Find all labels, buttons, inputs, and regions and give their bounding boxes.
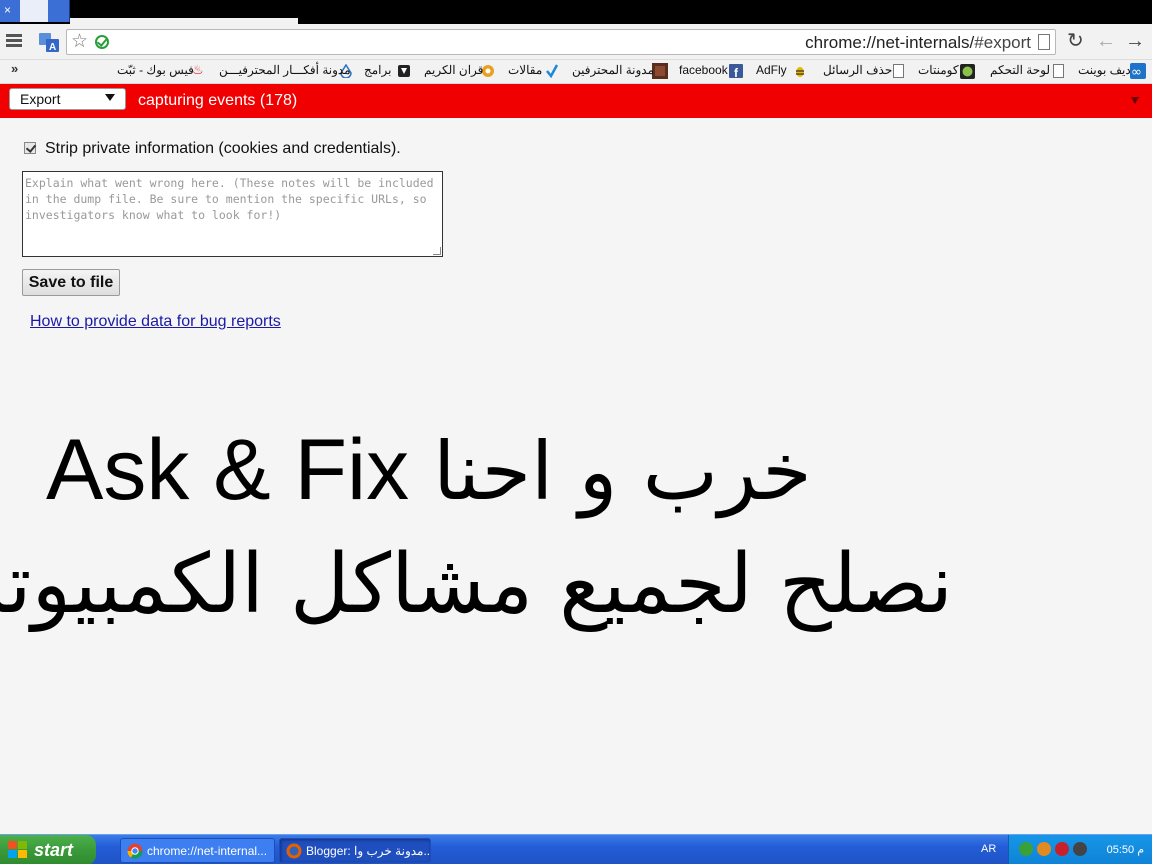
view-select-value: Export: [20, 91, 61, 107]
window-tab[interactable]: ×: [0, 0, 70, 22]
facebook-icon: f: [729, 64, 743, 78]
forward-icon[interactable]: →: [1125, 29, 1145, 53]
url-text[interactable]: chrome://net-internals/#export: [805, 33, 1031, 53]
omnibox[interactable]: ☆ chrome://net-internals/#export: [66, 29, 1056, 55]
page-icon: [893, 64, 904, 78]
bookmark-item[interactable]: لوحة التحكم: [990, 63, 1050, 77]
chrome-icon: [127, 843, 143, 859]
overlay-subtitle: نصلح لجميع مشاكل الكمبيوتر: [0, 537, 953, 632]
notes-textarea[interactable]: Explain what went wrong here. (These not…: [22, 171, 443, 257]
bug-report-help-link[interactable]: How to provide data for bug reports: [30, 313, 281, 331]
url-host: chrome://net-internals/: [805, 33, 975, 52]
app-tray-icon[interactable]: [1037, 842, 1051, 856]
secure-check-icon: [95, 35, 109, 49]
image-icon: [652, 63, 668, 79]
start-label: start: [34, 840, 74, 860]
overlay-latin-text: Ask & Fix: [46, 422, 410, 518]
firefox-icon: [286, 843, 302, 859]
check-icon: [546, 64, 559, 78]
url-hash: #export: [974, 33, 1031, 52]
svg-text:A: A: [49, 42, 56, 53]
browser-toolbar: A ☆ chrome://net-internals/#export ↻ ← →: [0, 24, 1152, 60]
bookmarks-bar: » ♨ فيس بوك - ثبّت مدونة أفكـــار المحتر…: [0, 60, 1152, 84]
overlay-arabic-text: خرب و احنا: [433, 425, 812, 518]
taskbar-item-firefox[interactable]: Blogger: مدونة خرب وا...: [279, 838, 431, 863]
taskbar-item-label: Blogger: مدونة خرب وا...: [306, 844, 431, 858]
bookmark-item[interactable]: AdFly: [756, 63, 787, 77]
resize-grip-icon[interactable]: [433, 247, 441, 255]
windows-logo-icon: [8, 841, 28, 859]
page-icon: [1038, 34, 1050, 50]
cube-icon: [398, 65, 410, 77]
svg-text:∞: ∞: [1131, 65, 1142, 79]
bookmark-item[interactable]: ديف بوينت: [1078, 63, 1131, 77]
back-icon[interactable]: ←: [1096, 29, 1116, 53]
bookmark-star-icon[interactable]: ☆: [71, 31, 88, 53]
strip-private-label: Strip private information (cookies and c…: [45, 140, 401, 157]
bookmark-item[interactable]: مدونة أفكـــار المحترفيـــن: [219, 63, 351, 77]
status-dropdown-icon[interactable]: [1131, 97, 1139, 104]
taskbar-item-chrome[interactable]: chrome://net-internal...: [120, 838, 275, 863]
tab-body[interactable]: [20, 0, 48, 22]
gift-icon: ♨: [192, 62, 204, 77]
capture-status: capturing events (178): [138, 92, 298, 109]
bookmarks-overflow-button[interactable]: »: [11, 61, 18, 76]
reload-icon[interactable]: ↻: [1067, 29, 1084, 53]
update-icon[interactable]: [1073, 842, 1087, 856]
taskbar: start chrome://net-internal... Blogger: …: [0, 834, 1152, 864]
taskbar-item-label: chrome://net-internal...: [147, 844, 268, 858]
translate-icon[interactable]: A: [38, 31, 60, 53]
bookmark-item[interactable]: فيس بوك - ثبّت: [117, 63, 194, 77]
chevron-down-icon: [105, 94, 115, 101]
net-internals-header: Export capturing events (178): [0, 84, 1152, 118]
language-indicator[interactable]: AR: [981, 843, 996, 855]
page-icon: [1053, 64, 1064, 78]
network-icon[interactable]: [1019, 842, 1033, 856]
bookmark-item[interactable]: قران الكريم: [424, 63, 483, 77]
tab-strip: ×: [0, 0, 1152, 24]
clock[interactable]: 05:50 م: [1107, 843, 1144, 856]
bookmark-item[interactable]: مدونة المحترفين: [572, 63, 654, 77]
save-to-file-button[interactable]: Save to file: [22, 269, 120, 296]
view-select[interactable]: Export: [9, 88, 126, 110]
overlay-title: Ask & Fix خرب و احنا: [46, 420, 812, 522]
bookmark-item[interactable]: برامج: [364, 63, 391, 77]
strip-private-checkbox[interactable]: [24, 142, 36, 154]
security-icon[interactable]: [1055, 842, 1069, 856]
start-button[interactable]: start: [0, 835, 96, 864]
bookmark-item[interactable]: facebook: [679, 63, 728, 77]
bookmark-item[interactable]: مقالات: [508, 63, 542, 77]
bee-icon: [796, 67, 804, 77]
system-tray: 05:50 م: [1008, 835, 1152, 864]
tab-close-icon[interactable]: ×: [4, 3, 11, 17]
screen: × A ☆ chrome://net-internals/#export ↻ ←…: [0, 0, 1152, 864]
menu-icon[interactable]: [6, 34, 22, 48]
infinity-icon: ∞: [1130, 63, 1146, 79]
bookmark-item[interactable]: حذف الرسائل: [823, 63, 892, 77]
circle-icon: [960, 64, 975, 79]
bookmark-item[interactable]: كومنتات: [918, 63, 959, 77]
